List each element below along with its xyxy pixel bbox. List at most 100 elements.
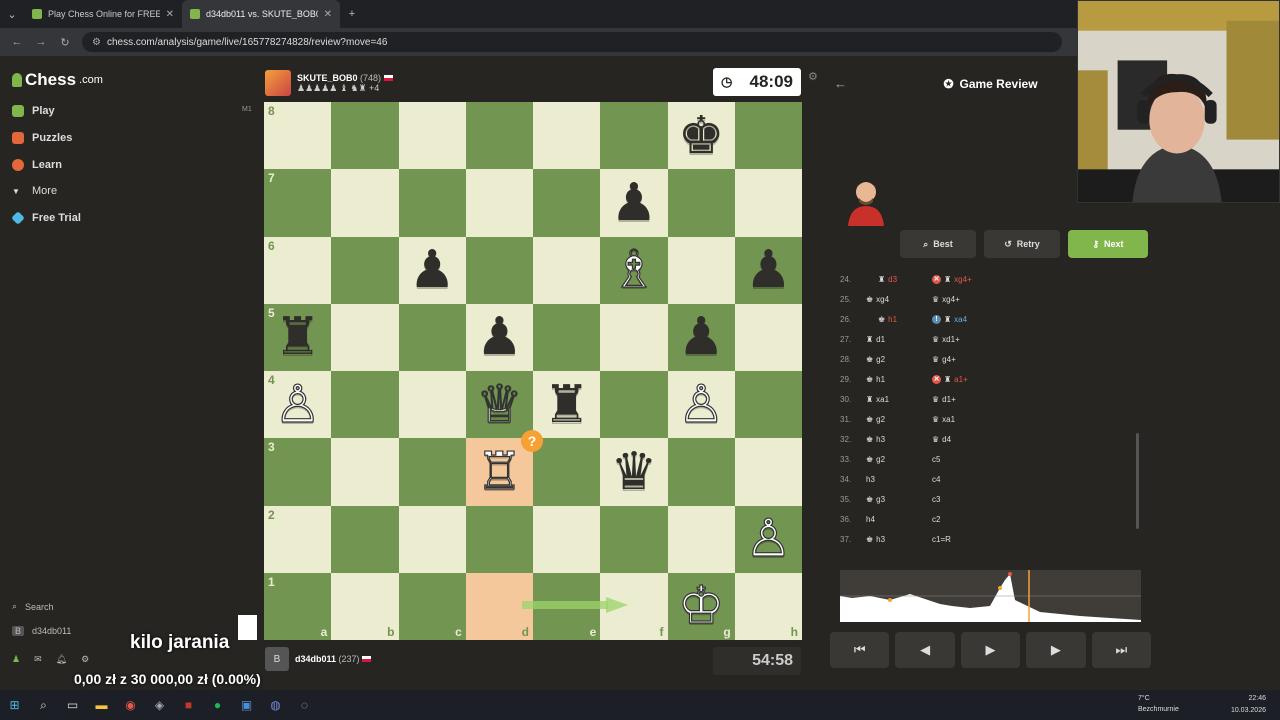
square-a3[interactable]: 3 bbox=[264, 438, 332, 506]
close-tab-icon[interactable]: ✕ bbox=[324, 9, 332, 20]
forward-icon[interactable]: → bbox=[34, 36, 48, 48]
black-move[interactable]: c1=R bbox=[932, 535, 951, 544]
white-piece[interactable]: ♗ bbox=[610, 244, 658, 297]
white-move[interactable]: ♚ h1 bbox=[866, 315, 932, 324]
square-h4[interactable] bbox=[734, 371, 802, 439]
square-g1[interactable]: g ♔ bbox=[667, 572, 735, 640]
square-c5[interactable] bbox=[398, 303, 466, 371]
square-a5[interactable]: 5 ♜ bbox=[264, 303, 332, 371]
sidebar-item-free-trial[interactable]: Free Trial bbox=[11, 211, 81, 225]
sidebar-item-play[interactable]: Play bbox=[12, 105, 55, 117]
square-c7[interactable] bbox=[398, 169, 466, 237]
square-d4[interactable]: ♕ bbox=[465, 371, 533, 439]
sidebar-search[interactable]: ⌕ Search bbox=[12, 601, 54, 612]
url-field[interactable]: ⚙ chess.com/analysis/game/live/165778274… bbox=[82, 32, 1062, 52]
square-f6[interactable]: ♗ bbox=[600, 236, 668, 304]
black-piece[interactable]: ♚ bbox=[678, 110, 725, 162]
messages-icon[interactable]: ✉ bbox=[34, 654, 42, 665]
play-button[interactable]: ▶ bbox=[960, 632, 1021, 668]
white-move[interactable]: ♜ xa1 bbox=[866, 395, 932, 404]
white-piece[interactable]: ♙ bbox=[274, 378, 322, 431]
white-move[interactable]: ♚ h3 bbox=[866, 435, 932, 444]
square-f2[interactable] bbox=[600, 505, 668, 573]
evaluation-graph[interactable] bbox=[840, 570, 1141, 622]
sidebar-item-learn[interactable]: Learn bbox=[12, 159, 62, 171]
square-a2[interactable]: 2 bbox=[264, 505, 332, 573]
square-b2[interactable] bbox=[331, 505, 399, 573]
white-piece[interactable]: ♕ bbox=[475, 378, 523, 431]
square-f5[interactable] bbox=[600, 303, 668, 371]
spotify-icon[interactable]: ● bbox=[203, 690, 232, 720]
sidebar-user[interactable]: B d34db011 bbox=[12, 626, 71, 636]
black-piece[interactable]: ♟ bbox=[476, 311, 523, 363]
square-f8[interactable] bbox=[600, 102, 668, 170]
square-g3[interactable] bbox=[667, 438, 735, 506]
square-d2[interactable] bbox=[465, 505, 533, 573]
white-move[interactable]: ♚ xg4 bbox=[866, 295, 932, 304]
last-move-button[interactable]: ⏭ bbox=[1091, 632, 1152, 668]
black-piece[interactable]: ♜ bbox=[274, 311, 321, 363]
square-h6[interactable]: ♟ bbox=[734, 236, 802, 304]
black-piece[interactable]: ♟ bbox=[678, 311, 725, 363]
square-b4[interactable] bbox=[331, 371, 399, 439]
square-b5[interactable] bbox=[331, 303, 399, 371]
move-list-scrollbar[interactable] bbox=[1136, 433, 1139, 529]
black-move[interactable]: c5 bbox=[932, 455, 940, 464]
move-list[interactable]: 24. ♜ d3 ✕ ♜ xg4+ 25. ♚ xg4 ♛ xg4+ 26. ♚ h1! ♜ xa4 27. ♜ d… bbox=[840, 269, 1140, 559]
square-d8[interactable] bbox=[465, 102, 533, 170]
square-f3[interactable]: ♛ bbox=[600, 438, 668, 506]
square-g7[interactable] bbox=[667, 169, 735, 237]
black-move[interactable]: c3 bbox=[932, 495, 940, 504]
sidebar-item-puzzles[interactable]: Puzzles bbox=[12, 132, 72, 144]
square-h7[interactable] bbox=[734, 169, 802, 237]
square-h5[interactable] bbox=[734, 303, 802, 371]
board-settings-icon[interactable]: ⚙ bbox=[808, 70, 818, 83]
white-move[interactable]: ♜ d1 bbox=[866, 335, 932, 344]
square-a6[interactable]: 6 bbox=[264, 236, 332, 304]
app-icon[interactable]: ▣ bbox=[232, 690, 261, 720]
file-explorer-icon[interactable]: ▬ bbox=[87, 690, 116, 720]
square-b1[interactable]: b bbox=[331, 572, 399, 640]
square-f4[interactable] bbox=[600, 371, 668, 439]
square-g8[interactable]: ♚ bbox=[667, 102, 735, 170]
square-g6[interactable] bbox=[667, 236, 735, 304]
back-icon[interactable]: ← bbox=[10, 36, 24, 48]
black-move[interactable]: ♛ xg4+ bbox=[932, 295, 960, 304]
square-b6[interactable] bbox=[331, 236, 399, 304]
square-d7[interactable] bbox=[465, 169, 533, 237]
close-tab-icon[interactable]: ✕ bbox=[166, 9, 174, 20]
square-d3[interactable]: ♖? bbox=[465, 430, 543, 506]
player-name[interactable]: SKUTE_BOB0 (748) bbox=[297, 73, 393, 83]
square-h1[interactable]: h bbox=[734, 572, 802, 640]
notifications-icon[interactable]: 🔔︎ bbox=[56, 654, 67, 665]
black-move[interactable]: ✕ ♜ a1+ bbox=[932, 374, 968, 384]
square-d6[interactable] bbox=[465, 236, 533, 304]
black-move[interactable]: c2 bbox=[932, 515, 940, 524]
browser-tab-play-chess[interactable]: Play Chess Online for FREE - 2 P ✕ bbox=[24, 0, 182, 28]
square-b8[interactable] bbox=[331, 102, 399, 170]
browser-tab-game[interactable]: d34db011 vs. SKUTE_BOB0 ✕ bbox=[182, 0, 340, 28]
white-move[interactable]: ♚ h3 bbox=[866, 535, 932, 544]
discord-icon[interactable]: ◍ bbox=[261, 690, 290, 720]
search-icon[interactable]: ⌕ bbox=[29, 690, 58, 720]
system-clock[interactable]: 22:46 10.03.2026 bbox=[1231, 693, 1266, 717]
black-move[interactable]: ✕ ♜ xg4+ bbox=[932, 274, 972, 284]
black-piece[interactable]: ♟ bbox=[409, 244, 456, 296]
square-a4[interactable]: 4 ♙ bbox=[264, 371, 332, 439]
white-move[interactable]: ♚ g3 bbox=[866, 495, 932, 504]
weather-widget[interactable]: 7°C Bezchmurnie bbox=[1138, 693, 1179, 715]
app-icon[interactable]: ■ bbox=[174, 690, 203, 720]
square-f7[interactable]: ♟ bbox=[600, 169, 668, 237]
square-c4[interactable] bbox=[398, 371, 466, 439]
black-move[interactable]: c4 bbox=[932, 475, 940, 484]
square-a7[interactable]: 7 bbox=[264, 169, 332, 237]
white-piece[interactable]: ♙ bbox=[744, 513, 792, 566]
white-piece[interactable]: ♙ bbox=[677, 378, 725, 431]
retry-button[interactable]: ↺ Retry bbox=[984, 230, 1060, 258]
square-a8[interactable]: 8 bbox=[264, 102, 332, 170]
square-b3[interactable] bbox=[331, 438, 399, 506]
square-c8[interactable] bbox=[398, 102, 466, 170]
square-c2[interactable] bbox=[398, 505, 466, 573]
app-icon[interactable]: ◌ bbox=[290, 690, 319, 720]
square-h3[interactable] bbox=[734, 438, 802, 506]
